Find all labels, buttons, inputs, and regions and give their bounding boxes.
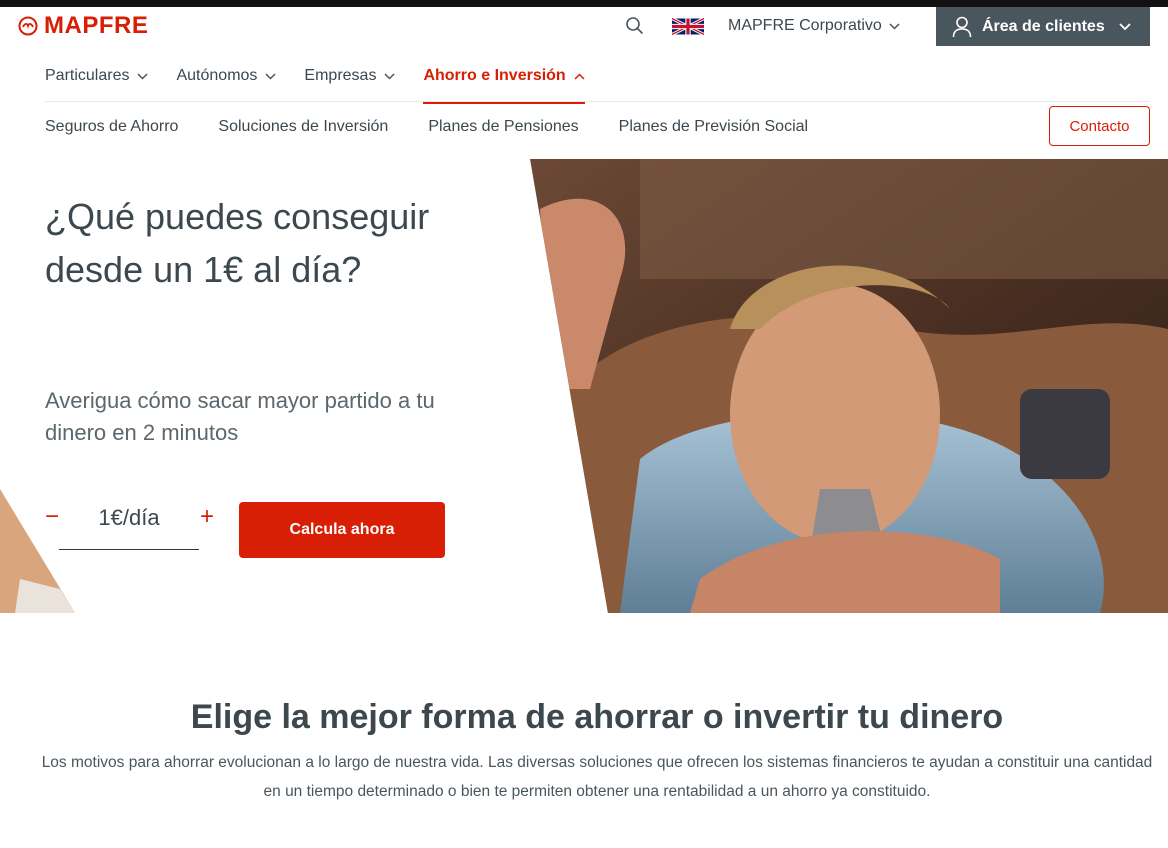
chevron-down-icon: [137, 73, 149, 80]
chevron-down-icon: [889, 22, 900, 30]
corporate-label: MAPFRE Corporativo: [728, 17, 882, 34]
client-area-button[interactable]: Área de clientes: [936, 7, 1150, 46]
user-icon: [952, 16, 972, 37]
amount-stepper: 1€/día − +: [40, 497, 220, 551]
nav-divider: [45, 101, 1150, 102]
nav-item-label: Ahorro e Inversión: [423, 67, 566, 84]
decrease-button[interactable]: −: [40, 503, 64, 530]
top-strip: [0, 0, 1168, 7]
nav-item-ahorro-inversion[interactable]: Ahorro e Inversión: [423, 60, 585, 104]
secondary-nav: Seguros de Ahorro Soluciones de Inversió…: [45, 118, 848, 136]
search-button[interactable]: [625, 16, 645, 36]
section-title: Elige la mejor forma de ahorrar o invert…: [190, 698, 1004, 736]
primary-nav: Particulares Autónomos Empresas Ahorro e…: [45, 60, 613, 104]
contact-button[interactable]: Contacto: [1049, 106, 1150, 146]
subnav-seguros-ahorro[interactable]: Seguros de Ahorro: [45, 118, 178, 136]
mapfre-logo[interactable]: MAPFRE: [18, 14, 148, 38]
nav-item-particulares[interactable]: Particulares: [45, 60, 149, 104]
subnav-planes-pensiones[interactable]: Planes de Pensiones: [428, 118, 578, 136]
amount-value[interactable]: 1€/día: [59, 497, 199, 550]
subnav-soluciones-inversion[interactable]: Soluciones de Inversión: [218, 118, 388, 136]
language-switch[interactable]: [672, 18, 704, 35]
increase-button[interactable]: +: [195, 503, 219, 530]
mapfre-logo-icon: [18, 16, 38, 36]
chevron-down-icon: [265, 73, 276, 80]
chevron-down-icon: [384, 73, 395, 80]
calculate-button[interactable]: Calcula ahora: [239, 502, 445, 558]
chevron-down-icon: [1119, 22, 1131, 30]
subnav-planes-prevision[interactable]: Planes de Previsión Social: [619, 118, 808, 136]
nav-item-label: Autónomos: [176, 67, 258, 84]
nav-item-label: Particulares: [45, 67, 130, 84]
nav-item-empresas[interactable]: Empresas: [304, 60, 395, 104]
search-icon: [626, 17, 643, 34]
brand-name: MAPFRE: [44, 12, 149, 39]
chevron-up-icon: [574, 73, 585, 80]
section-description: Los motivos para ahorrar evolucionan a l…: [41, 754, 1153, 800]
nav-item-autonomos[interactable]: Autónomos: [176, 60, 276, 104]
hero-title: ¿Qué puedes conseguir desde un 1€ al día…: [45, 196, 430, 290]
corporate-menu[interactable]: MAPFRE Corporativo: [728, 17, 900, 35]
client-area-label: Área de clientes: [982, 17, 1105, 35]
uk-flag-icon: [672, 18, 704, 35]
hero-subtitle: Averigua cómo sacar mayor partido a tu d…: [45, 388, 435, 445]
nav-item-label: Empresas: [304, 67, 377, 84]
